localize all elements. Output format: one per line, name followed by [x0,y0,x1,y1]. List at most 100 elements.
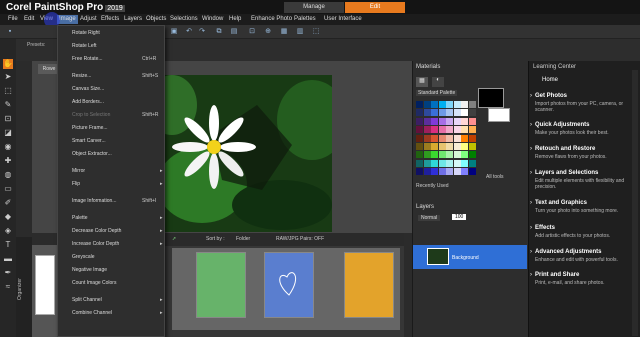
color-swatch[interactable] [453,126,461,134]
color-swatch[interactable] [446,151,453,159]
tab-manage[interactable]: Manage [284,2,344,13]
color-swatch[interactable] [438,117,446,125]
color-swatch[interactable] [416,109,423,117]
color-swatch[interactable] [446,143,453,150]
layout-icon[interactable]: ▥ [296,28,304,36]
fill-tool-icon[interactable]: ◈ [3,226,13,236]
menu-window[interactable]: Window [202,15,223,24]
color-swatch[interactable] [438,168,446,176]
color-swatch[interactable] [431,101,438,108]
thumbnail-leaves[interactable] [196,252,246,318]
color-swatch[interactable] [438,159,446,167]
raw-jpg-pairs-toggle[interactable]: RAW/JPG Pairs: OFF [276,236,324,242]
zoom-icon[interactable]: ⊕ [264,28,272,36]
sort-by-select[interactable]: Folder [236,236,250,242]
palette-select[interactable]: Standard Palette [416,90,458,96]
redo-icon[interactable]: ↷ [198,28,206,36]
color-swatch[interactable] [446,134,453,142]
learning-section-title[interactable]: Retouch and Restore [535,146,595,152]
color-swatch[interactable] [461,101,468,108]
learning-section-title[interactable]: Text and Graphics [535,200,587,206]
color-swatch[interactable] [468,109,476,117]
image-menu-item[interactable]: Smart Carver... [72,138,106,144]
image-menu-item[interactable]: Crop to Selection [72,112,110,118]
color-swatch[interactable] [416,143,423,150]
color-swatch[interactable] [416,117,423,125]
color-swatch[interactable] [438,151,446,159]
pick-tool-icon[interactable]: ➤ [3,72,13,82]
grid-icon[interactable]: ▦ [280,28,288,36]
image-menu-item[interactable]: Object Extractor... [72,151,112,157]
image-menu-item[interactable]: Increase Color Depth [72,241,119,247]
color-swatch[interactable] [416,126,423,134]
image-menu-item[interactable]: Free Rotate... [72,56,103,62]
learning-section-title[interactable]: Layers and Selections [535,170,598,176]
color-swatch[interactable] [461,151,468,159]
color-swatch[interactable] [453,109,461,117]
color-swatch[interactable] [453,151,461,159]
color-swatch[interactable] [438,143,446,150]
color-swatch[interactable] [416,168,423,176]
undo-icon[interactable]: ↶ [185,28,193,36]
color-swatch[interactable] [431,134,438,142]
image-menu-item[interactable]: Picture Frame... [72,125,108,131]
freehand-selection-icon[interactable]: ✎ [3,100,13,110]
color-swatch[interactable] [438,101,446,108]
image-menu-item[interactable]: Flip [72,181,80,187]
color-swatch[interactable] [438,126,446,134]
learning-section-title[interactable]: Print and Share [535,272,579,278]
image-menu-item[interactable]: Negative Image [72,267,107,273]
color-swatch[interactable] [416,159,423,167]
scrollbar[interactable] [632,70,638,336]
image-menu-item[interactable]: Decrease Color Depth [72,228,121,234]
image-menu-item[interactable]: Count Image Colors [72,280,116,286]
crop-tool-icon[interactable]: ⊡ [3,114,13,124]
pan-tool-icon[interactable]: ✋ [3,59,13,69]
image-menu-item[interactable]: Combine Channel [72,310,112,316]
color-swatch[interactable] [453,101,461,108]
crop-icon[interactable]: ⊡ [248,28,256,36]
color-swatch[interactable] [431,143,438,150]
color-swatch[interactable] [468,101,476,108]
image-menu-item[interactable]: Image Information... [72,198,116,204]
color-swatch[interactable] [423,168,431,176]
image-menu-item[interactable]: Split Channel [72,297,102,303]
image-menu-item[interactable]: Resize... [72,73,91,79]
color-swatch[interactable] [416,151,423,159]
shape-tool-icon[interactable]: ▬ [3,254,13,264]
clone-tool-icon[interactable]: ◍ [3,170,13,180]
learning-section-title[interactable]: Get Photos [535,93,567,99]
color-swatch[interactable] [423,117,431,125]
menu-enhance-photo[interactable]: Enhance Photo [251,15,292,24]
color-swatch[interactable] [446,117,453,125]
color-swatch[interactable] [423,126,431,134]
color-swatch[interactable] [468,126,476,134]
straighten-tool-icon[interactable]: ◪ [3,128,13,138]
color-swatch[interactable] [468,117,476,125]
color-swatch[interactable] [461,126,468,134]
color-swatch[interactable] [453,117,461,125]
color-swatch[interactable] [461,109,468,117]
color-swatch[interactable] [446,159,453,167]
image-menu-item[interactable]: Rotate Left [72,43,96,49]
save-icon[interactable]: ▣ [170,28,178,36]
gradient-tool-icon[interactable]: ▭ [3,184,13,194]
menu-palettes[interactable]: Palettes [294,15,316,24]
palette-view-icon[interactable]: ▦ [416,77,428,87]
color-swatch[interactable] [423,151,431,159]
color-swatch[interactable] [453,134,461,142]
blend-mode-select[interactable]: Normal [418,215,441,221]
color-swatch[interactable] [461,143,468,150]
image-menu-item[interactable]: Canvas Size... [72,86,104,92]
organizer-label[interactable]: Organizer [17,278,23,300]
all-tools-checkbox[interactable]: All tools [486,174,504,180]
color-swatch[interactable] [431,109,438,117]
color-swatch[interactable] [446,101,453,108]
image-menu-item[interactable]: Rotate Right [72,30,100,36]
color-swatch[interactable] [446,168,453,176]
color-swatch[interactable] [431,151,438,159]
color-swatch[interactable] [468,143,476,150]
menu-user-interface[interactable]: User Interface [324,15,362,24]
thumbnail-spiral[interactable] [344,252,394,318]
color-swatch[interactable] [453,159,461,167]
